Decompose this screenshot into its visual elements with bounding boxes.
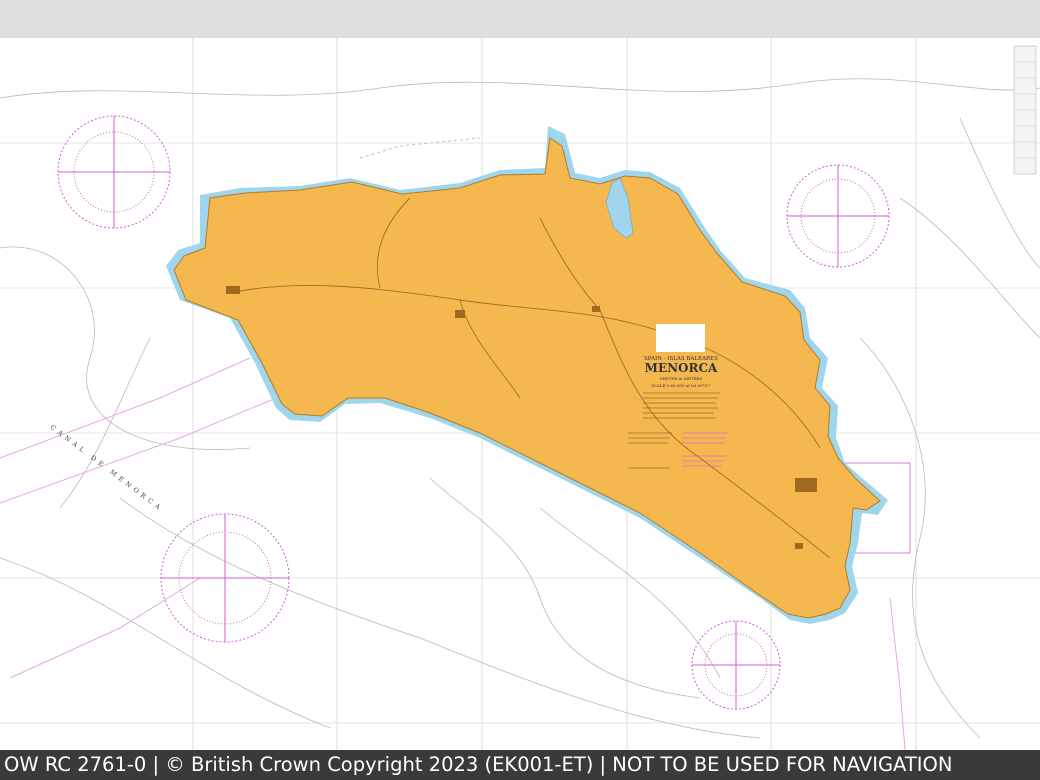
compass-rose-se: [691, 620, 781, 710]
chart-title-depths: DEPTHS in METRES: [660, 376, 703, 381]
menorca-island[interactable]: [173, 137, 881, 619]
nautical-chart[interactable]: SPAIN - ISLAS BALEARES MENORCA DEPTHS in…: [0, 38, 1040, 750]
title-blank-panel: [656, 324, 705, 352]
footer-copyright-bar: OW RC 2761-0 | © British Crown Copyright…: [0, 750, 1040, 780]
top-bar: [0, 0, 1040, 38]
chart-title-island: MENORCA: [645, 361, 718, 375]
compass-rose-ne: [786, 164, 890, 268]
chart-title-scale: SCALE 1:60 000 at lat 39°57': [651, 383, 711, 388]
compass-rose-nw: [57, 115, 171, 229]
compass-rose-sw: [160, 513, 290, 643]
chart-canvas: SPAIN - ISLAS BALEARES MENORCA DEPTHS in…: [0, 38, 1040, 750]
